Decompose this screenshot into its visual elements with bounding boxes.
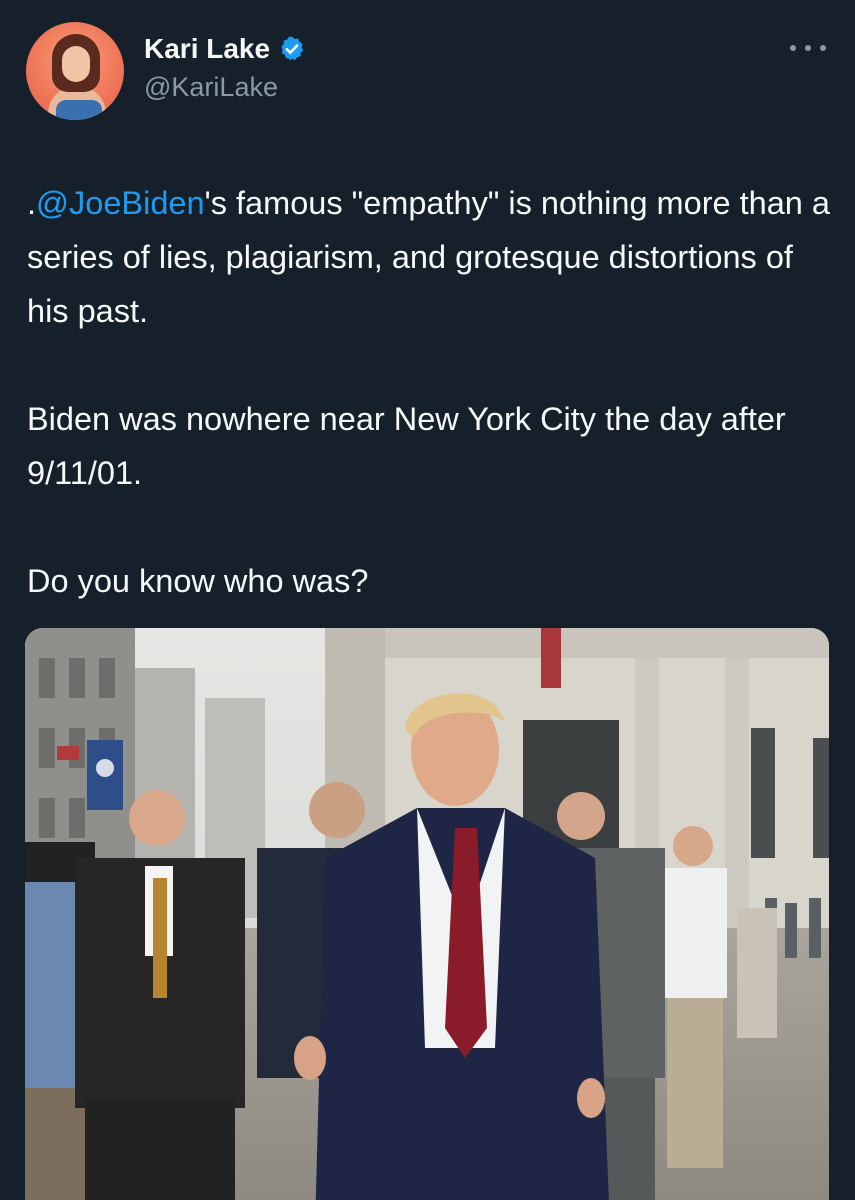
more-dot [805,45,811,51]
author-display-name[interactable]: Kari Lake [144,33,270,65]
tweet-photo[interactable] [25,628,829,1200]
more-dot [790,45,796,51]
author-handle[interactable]: @KariLake [144,72,278,103]
more-dot [820,45,826,51]
verified-badge-icon [281,36,304,61]
tweet: Kari Lake @KariLake .@JoeBiden's famous … [0,0,855,1200]
street-photo-illustration [25,628,829,1200]
more-options-icon[interactable] [790,40,826,56]
tweet-paragraph-3: Do you know who was? [27,563,369,599]
mention-link[interactable]: @JoeBiden [36,185,205,221]
tweet-text: .@JoeBiden's famous "empathy" is nothing… [27,176,837,608]
tweet-prefix: . [27,185,37,221]
author-avatar[interactable] [26,22,124,120]
avatar-top [56,100,102,120]
avatar-face [62,46,90,82]
tweet-paragraph-2: Biden was nowhere near New York City the… [27,401,786,491]
tweet-paragraph-1: .@JoeBiden's famous "empathy" is nothing… [27,176,837,338]
author-name-row[interactable]: Kari Lake [144,33,306,65]
